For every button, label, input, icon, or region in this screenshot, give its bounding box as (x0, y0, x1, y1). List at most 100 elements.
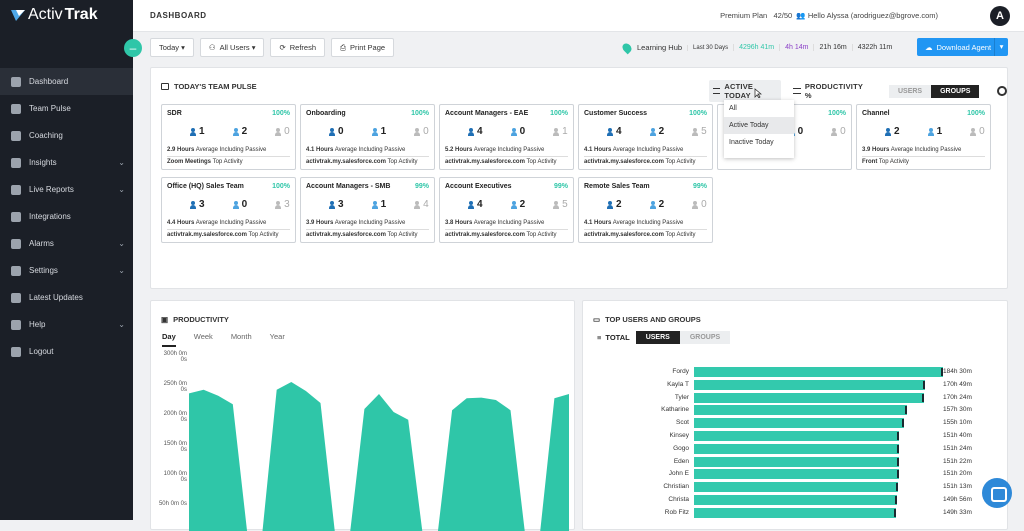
group-stats: 4 2 5 (607, 126, 707, 137)
user-bar-row[interactable]: Katharine 157h 30m (593, 405, 1003, 416)
sidebar-item-live-reports[interactable]: Live Reports ⌄ (0, 176, 133, 203)
person-icon (607, 200, 613, 209)
passive-users-stat: 2 (510, 199, 525, 210)
group-card[interactable]: Account Managers - SMB 99% 3 1 4 3.9 Hou… (300, 177, 435, 243)
filter-icon (713, 88, 721, 94)
inactive-count: 0 (840, 126, 846, 137)
users-select[interactable]: ⚇ All Users ▾ (199, 38, 265, 57)
tab-year[interactable]: Year (270, 332, 285, 347)
stat-undefined: 21h 16m (813, 44, 851, 51)
learning-hub-link[interactable]: Learning Hub (637, 43, 687, 52)
collapse-sidebar-button[interactable]: – (124, 39, 142, 57)
top-activity-value: activtrak.my.salesforce.com (584, 232, 664, 238)
tab-week[interactable]: Week (194, 332, 213, 347)
date-range-select[interactable]: Today ▾ (150, 38, 194, 57)
toggle-users[interactable]: USERS (888, 84, 932, 98)
toggle-users[interactable]: USERS (635, 331, 680, 344)
sidebar-item-team-pulse[interactable]: Team Pulse (0, 95, 133, 122)
sidebar-item-dashboard[interactable]: Dashboard (0, 68, 133, 95)
user-bar-row[interactable]: Gogo 151h 24m (593, 443, 1003, 454)
user-bar-row[interactable]: Kinsey 151h 40m (593, 431, 1003, 441)
inactive-users-stat: 0 (275, 126, 290, 137)
activtrak-logo[interactable]: Activ Trak (10, 6, 98, 24)
group-card[interactable]: Channel 100% 2 1 0 3.9 Hours Average Inc… (856, 104, 991, 170)
user-bar-row[interactable]: Christa 149h 56m (593, 495, 1003, 505)
productivity-area-series (189, 382, 569, 531)
user-bar-row[interactable]: Scot 155h 10m (593, 418, 1003, 429)
productivity-sort[interactable]: PRODUCTIVITY % (789, 80, 871, 102)
user-name: Rob Fitz (664, 508, 689, 516)
download-options-chevron-icon[interactable]: ▾ (994, 38, 1008, 56)
group-card[interactable]: SDR 100% 1 2 0 2.9 Hours Average Includi… (161, 104, 296, 170)
user-bar-row[interactable]: John E 151h 20m (593, 469, 1003, 480)
user-bar-row[interactable]: Tyler 170h 24m (593, 392, 1003, 403)
chat-support-button[interactable] (982, 478, 1012, 508)
user-name: Christa (668, 496, 689, 503)
person-icon (190, 200, 196, 209)
avatar[interactable]: A (990, 6, 1010, 26)
person-icon (468, 127, 474, 136)
divider (862, 156, 985, 157)
sidebar-item-logout[interactable]: Logout (0, 338, 133, 365)
user-bar-row[interactable]: Eden 151h 22m (593, 456, 1003, 467)
download-agent-button[interactable]: ☁ Download Agent ▾ (917, 38, 1008, 56)
active-today-filter[interactable]: ACTIVE TODAY (709, 80, 782, 102)
avg-hours-suffix: Average Including Passive (612, 220, 684, 226)
group-card[interactable]: Onboarding 100% 0 1 0 4.1 Hours Average … (300, 104, 435, 170)
group-card[interactable]: Customer Success 100% 4 2 5 4.1 Hours Av… (578, 104, 713, 170)
dropdown-option-all[interactable]: All (724, 100, 794, 117)
passive-count: 0 (241, 199, 248, 210)
active-users-stat: 3 (329, 199, 344, 210)
sidebar-item-insights[interactable]: Insights ⌄ (0, 149, 133, 176)
refresh-button[interactable]: ⟳ Refresh (270, 38, 326, 57)
tab-day[interactable]: Day (162, 332, 176, 347)
user-bar-row[interactable]: Christian 151h 13m (593, 482, 1003, 493)
top-activity-value: Front (862, 159, 878, 165)
user-bar-row[interactable]: Kayla T 170h 49m (593, 379, 1003, 390)
sidebar-item-integrations[interactable]: Integrations (0, 203, 133, 230)
inactive-count: 3 (284, 199, 290, 210)
sidebar-item-help[interactable]: Help ⌄ (0, 311, 133, 338)
top-activity-suffix: Top Activity (212, 159, 243, 165)
settings-gear-icon[interactable] (997, 86, 1007, 96)
sidebar-item-settings[interactable]: Settings ⌄ (0, 257, 133, 284)
group-card[interactable]: Remote Sales Team 99% 2 2 0 4.1 Hours Av… (578, 177, 713, 243)
toggle-groups[interactable]: GROUPS (679, 331, 731, 344)
avg-hours-value: 3.9 Hours (306, 220, 334, 226)
dropdown-option-inactive-today[interactable]: Inactive Today (724, 134, 794, 151)
sidebar-item-alarms[interactable]: Alarms ⌄ (0, 230, 133, 257)
top-activity-value: activtrak.my.salesforce.com (306, 159, 386, 165)
user-bar-row[interactable]: Rob Fitz 149h 33m (593, 507, 1003, 518)
passive-users-stat: 0 (510, 126, 525, 137)
passive-count: 1 (380, 126, 387, 137)
divider (445, 156, 568, 157)
tab-month[interactable]: Month (231, 332, 252, 347)
person-icon (371, 200, 378, 209)
person-icon (232, 127, 239, 136)
sidebar-item-latest-updates[interactable]: Latest Updates (0, 284, 133, 311)
active-count: 4 (616, 126, 622, 137)
plan-name[interactable]: Premium Plan (720, 11, 767, 20)
sidebar-item-coaching[interactable]: Coaching (0, 122, 133, 149)
cloud-download-icon: ☁ (925, 42, 933, 52)
print-button[interactable]: ⎙ Print Page (331, 38, 395, 57)
person-icon (232, 200, 239, 209)
group-card[interactable]: Account Executives 99% 4 2 5 3.8 Hours A… (439, 177, 574, 243)
user-value: 155h 10m (943, 419, 972, 427)
active-count: 4 (477, 199, 483, 210)
total-sort[interactable]: ≡ TOTAL (597, 333, 630, 342)
dropdown-option-active-today[interactable]: Active Today (724, 117, 794, 134)
sidebar-item-label: Logout (29, 347, 54, 356)
group-card[interactable]: Account Managers - EAE 100% 4 0 1 5.2 Ho… (439, 104, 574, 170)
top-activity-suffix: Top Activity (387, 159, 418, 165)
group-card[interactable]: Office (HQ) Sales Team 100% 3 0 3 4.4 Ho… (161, 177, 296, 243)
person-icon (510, 127, 517, 136)
sidebar-item-label: Help (29, 320, 46, 329)
passive-count: 2 (658, 199, 665, 210)
user-bar-row[interactable]: Fordy 184h 30m (593, 367, 1003, 377)
active-count: 3 (338, 199, 344, 210)
group-stats: 3 0 3 (190, 199, 290, 210)
sidebar-item-label: Alarms (29, 239, 54, 248)
toggle-groups[interactable]: GROUPS (931, 84, 980, 98)
active-count: 2 (616, 199, 622, 210)
